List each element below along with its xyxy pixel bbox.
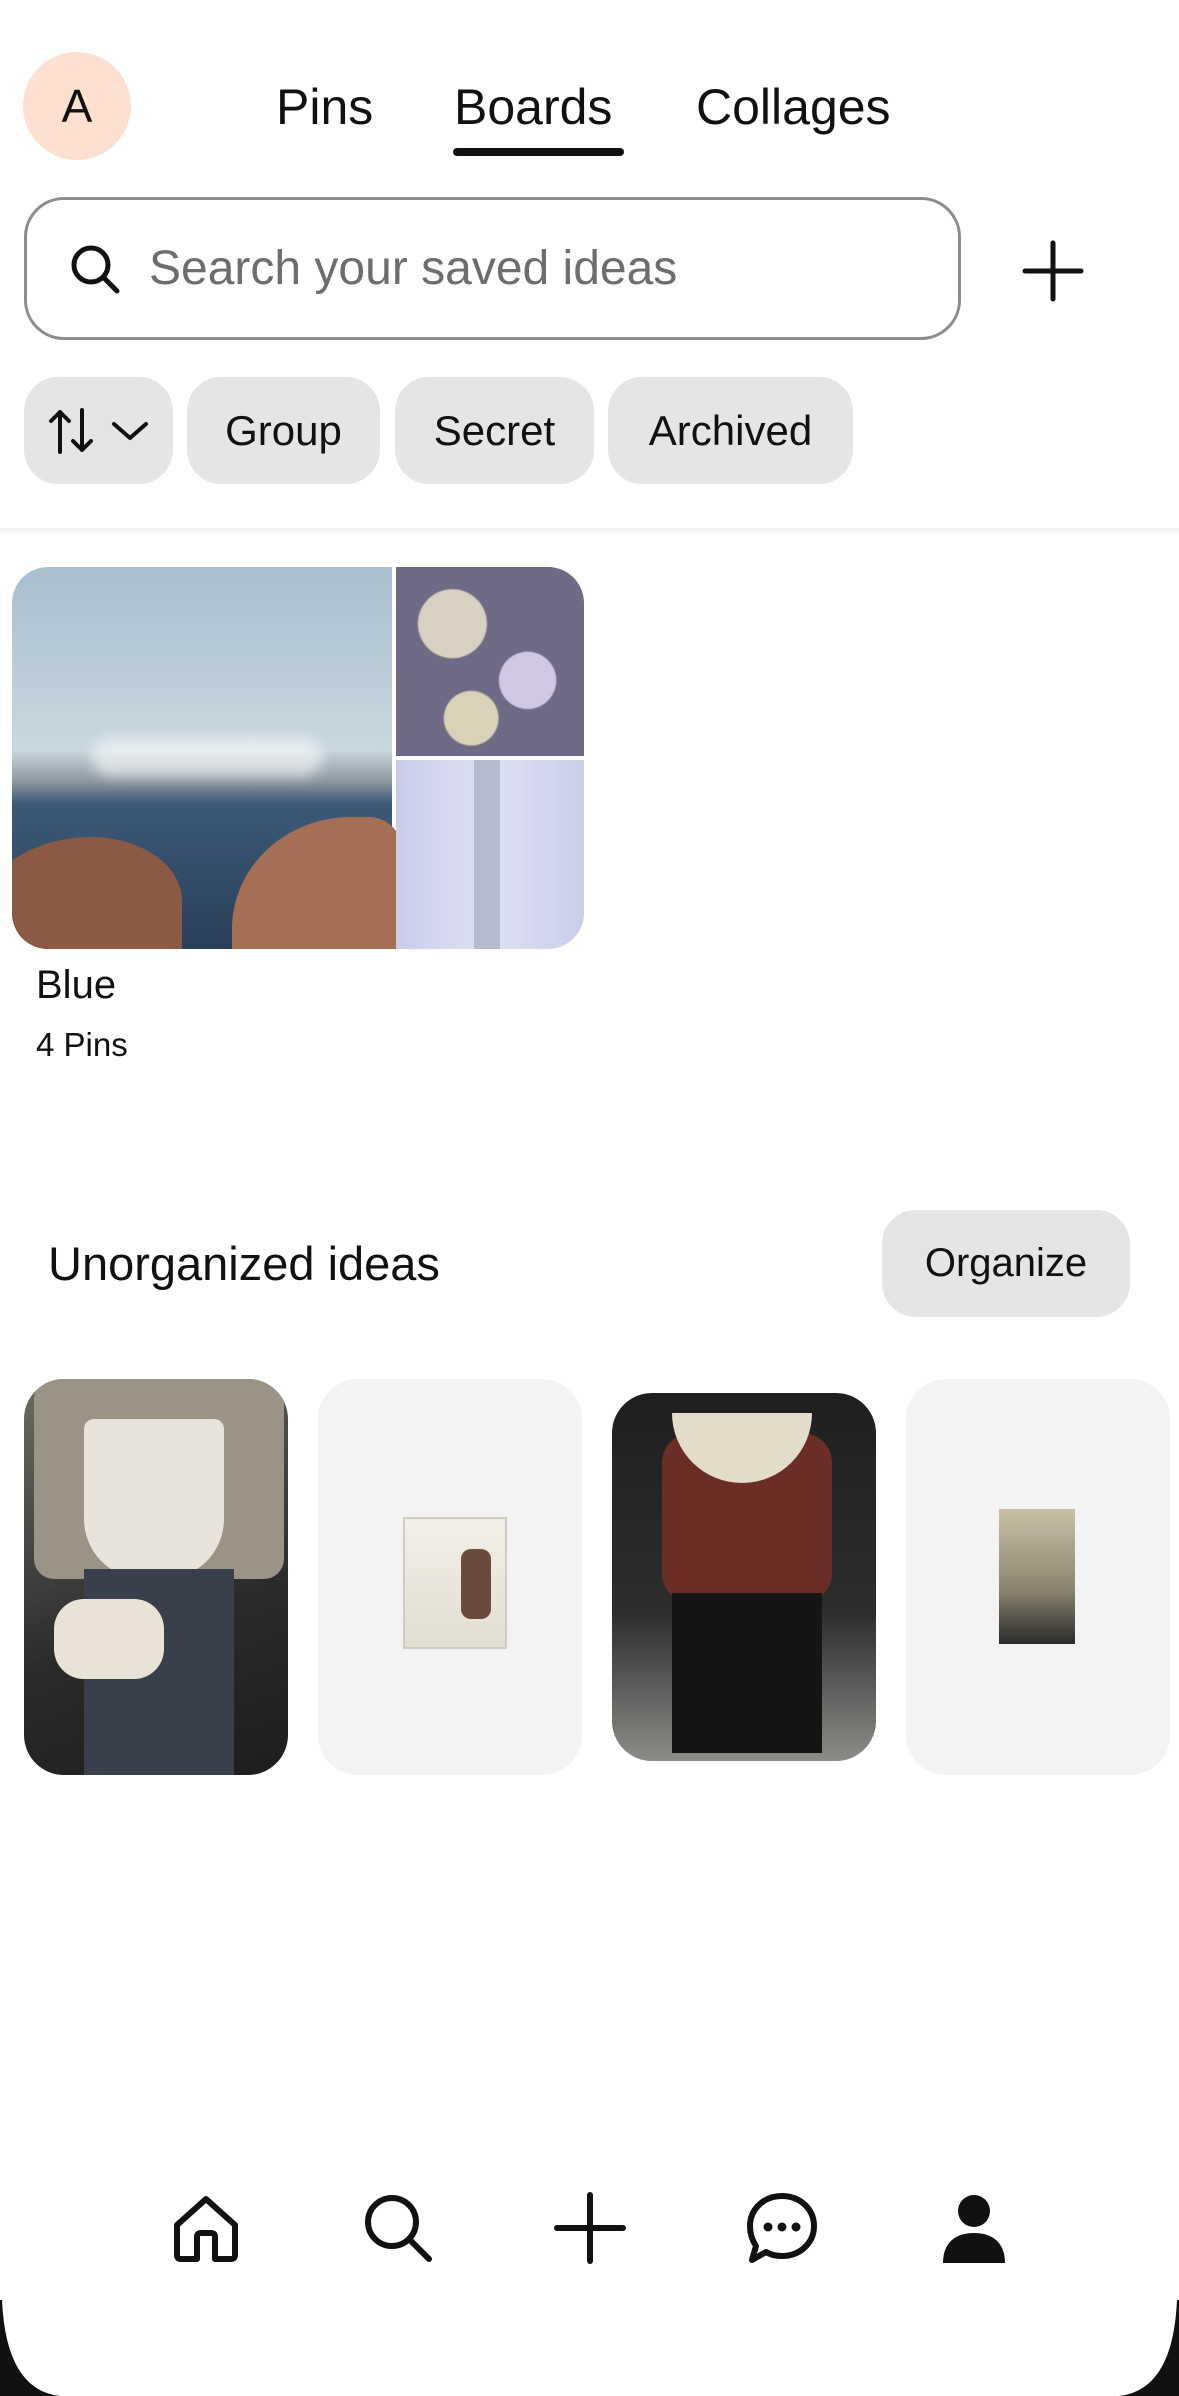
- profile-icon: [943, 2195, 1005, 2263]
- board-title[interactable]: Blue: [36, 963, 116, 1008]
- tab-collages[interactable]: Collages: [696, 78, 891, 136]
- search-input[interactable]: [147, 240, 911, 297]
- search-bar[interactable]: [24, 197, 961, 340]
- filter-chip-archived[interactable]: Archived: [608, 377, 853, 484]
- filter-chip-group[interactable]: Group: [187, 377, 380, 484]
- unorganized-ideas-heading: Unorganized ideas: [48, 1237, 440, 1290]
- board-pin-count: 4 Pins: [36, 1026, 128, 1063]
- board-cover-main-image: [12, 567, 402, 949]
- nav-profile[interactable]: [934, 2188, 1014, 2268]
- nav-create[interactable]: [550, 2188, 630, 2268]
- create-plus-icon: [554, 2192, 626, 2264]
- nav-search[interactable]: [358, 2188, 438, 2268]
- organize-button[interactable]: Organize: [882, 1210, 1130, 1317]
- header-divider: [0, 528, 1179, 536]
- filter-chip-secret[interactable]: Secret: [395, 377, 594, 484]
- sort-button[interactable]: [24, 377, 173, 484]
- sort-arrows-icon: [48, 407, 93, 454]
- add-button[interactable]: [1008, 226, 1098, 316]
- board-cover-shirt-image: [396, 760, 584, 949]
- tab-pins[interactable]: Pins: [276, 78, 373, 136]
- board-cover-blue[interactable]: [12, 567, 584, 949]
- screen-bottom-edge: [0, 2300, 1179, 2396]
- active-tab-indicator: [453, 148, 624, 156]
- nav-messages[interactable]: [742, 2188, 822, 2268]
- pin-thumbnail[interactable]: [906, 1379, 1170, 1775]
- pin-thumbnail[interactable]: [24, 1379, 288, 1775]
- messages-icon: [747, 2193, 817, 2263]
- avatar-letter: A: [61, 80, 93, 132]
- avatar[interactable]: A: [23, 52, 131, 160]
- tab-boards[interactable]: Boards: [454, 78, 612, 136]
- search-icon: [71, 245, 120, 293]
- board-cover-buttons-image: [396, 567, 584, 756]
- pin-thumbnail[interactable]: [612, 1393, 876, 1761]
- nav-home[interactable]: [166, 2188, 246, 2268]
- chevron-down-icon: [111, 421, 148, 440]
- search-icon: [365, 2195, 432, 2262]
- pin-thumbnail[interactable]: [318, 1379, 582, 1775]
- home-icon: [174, 2196, 238, 2262]
- plus-icon: [1022, 240, 1084, 302]
